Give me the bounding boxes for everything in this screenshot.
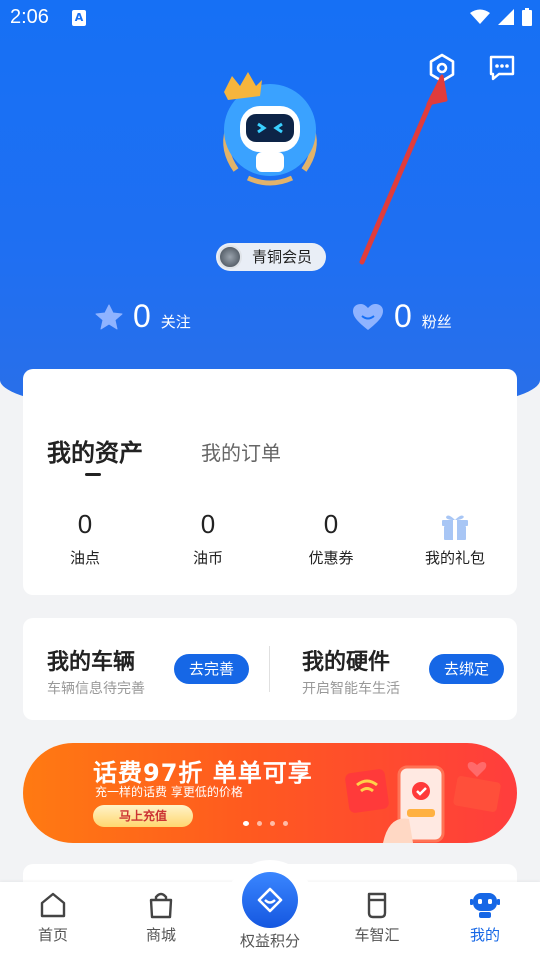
tab-mall[interactable]: 商城 bbox=[121, 890, 201, 945]
settings-hexagon-icon bbox=[429, 53, 455, 83]
asset-gift-pack[interactable]: 我的礼包 bbox=[415, 507, 495, 568]
carousel-dot bbox=[270, 821, 275, 826]
asset-value: 0 bbox=[323, 509, 339, 539]
tab-label: 车智汇 bbox=[354, 926, 400, 944]
my-hardware-subtitle: 开启智能车生活 bbox=[302, 681, 400, 697]
asset-label: 优惠券 bbox=[308, 549, 354, 567]
tab-my-assets[interactable]: 我的资产 bbox=[47, 433, 143, 468]
asset-label: 油币 bbox=[192, 549, 223, 567]
gift-icon bbox=[415, 507, 495, 541]
system-icons bbox=[470, 8, 532, 26]
fans-count: 0 bbox=[394, 298, 412, 334]
tab-label: 首页 bbox=[37, 926, 68, 944]
membership-label: 青铜会员 bbox=[252, 248, 313, 266]
tab-car-smart[interactable]: 车智汇 bbox=[337, 890, 417, 945]
following-count: 0 bbox=[133, 298, 151, 334]
shopping-bag-icon bbox=[149, 892, 173, 919]
status-time: 2:06 bbox=[10, 6, 49, 28]
wifi-icon bbox=[470, 9, 490, 24]
phone-recharge-illustration bbox=[345, 762, 501, 843]
fans-label: 粉丝 bbox=[421, 313, 452, 331]
robot-avatar-icon bbox=[223, 72, 317, 186]
vehicle-hardware-card: 我的车辆 车辆信息待完善 去完善 我的硬件 开启智能车生活 去绑定 bbox=[23, 618, 517, 720]
tab-mine[interactable]: 我的 bbox=[445, 890, 525, 945]
active-tab-indicator bbox=[85, 473, 101, 476]
carousel-dot bbox=[257, 821, 262, 826]
home-icon bbox=[40, 892, 66, 918]
settings-button[interactable] bbox=[422, 48, 462, 88]
banner-cta-button[interactable]: 马上充值 bbox=[93, 805, 193, 827]
complete-vehicle-button[interactable]: 去完善 bbox=[174, 654, 250, 684]
carousel-indicator bbox=[243, 821, 288, 826]
notification-app-icon: A bbox=[72, 10, 86, 26]
carousel-dot bbox=[283, 821, 288, 826]
tab-label: 我的 bbox=[469, 926, 500, 944]
asset-value: 0 bbox=[200, 509, 216, 539]
banner-subline: 充一样的话费 享更低的价格 bbox=[95, 785, 243, 799]
asset-label: 我的礼包 bbox=[424, 549, 485, 567]
tab-home[interactable]: 首页 bbox=[13, 890, 93, 945]
tab-points-label: 权益积分 bbox=[239, 932, 300, 950]
my-vehicle-title: 我的车辆 bbox=[47, 650, 136, 675]
asset-oil-coins[interactable]: 0 油币 bbox=[168, 507, 248, 568]
my-vehicle-subtitle: 车辆信息待完善 bbox=[47, 681, 145, 697]
divider bbox=[269, 646, 270, 692]
promo-banner[interactable]: 话费97折 单单可享 充一样的话费 享更低的价格 马上充值 bbox=[23, 743, 517, 843]
my-hardware-title: 我的硬件 bbox=[302, 650, 391, 675]
asset-coupons[interactable]: 0 优惠券 bbox=[291, 507, 371, 568]
membership-badge[interactable]: 青铜会员 bbox=[216, 243, 327, 271]
tab-points-button[interactable] bbox=[242, 872, 298, 928]
chat-bubble-icon bbox=[489, 55, 515, 81]
diamond-icon bbox=[257, 887, 283, 913]
cup-icon bbox=[367, 892, 387, 919]
tab-my-orders[interactable]: 我的订单 bbox=[201, 437, 281, 466]
robot-icon bbox=[470, 893, 500, 918]
asset-value: 0 bbox=[77, 509, 93, 539]
asset-label: 油点 bbox=[69, 549, 100, 567]
stat-following[interactable]: 0 关注 bbox=[95, 298, 191, 335]
heart-icon bbox=[353, 303, 383, 330]
carousel-dot bbox=[243, 821, 249, 826]
bronze-medal-icon bbox=[218, 245, 242, 269]
status-bar: 2:06 A bbox=[0, 0, 540, 36]
avatar[interactable] bbox=[218, 70, 322, 188]
star-icon bbox=[95, 304, 123, 329]
signal-icon bbox=[498, 9, 514, 25]
assets-card: 我的资产 我的订单 0 油点 0 油币 0 优惠券 我的礼包 bbox=[23, 369, 517, 595]
tab-label: 商城 bbox=[145, 926, 176, 944]
bind-hardware-button[interactable]: 去绑定 bbox=[429, 654, 505, 684]
messages-button[interactable] bbox=[482, 48, 522, 88]
following-label: 关注 bbox=[160, 313, 191, 331]
stat-fans[interactable]: 0 粉丝 bbox=[352, 298, 452, 335]
asset-oil-points[interactable]: 0 油点 bbox=[45, 507, 125, 568]
battery-icon bbox=[522, 8, 532, 26]
